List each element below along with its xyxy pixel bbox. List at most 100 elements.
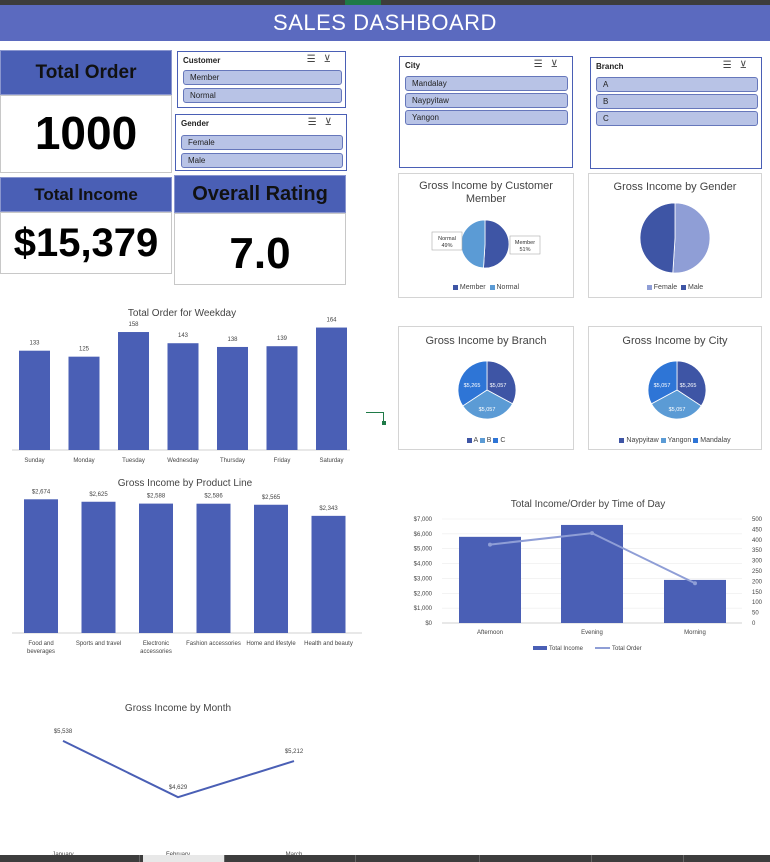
data-label: 158 [128, 322, 139, 328]
bar [459, 536, 521, 623]
fill-handle[interactable] [382, 421, 386, 425]
y-tick-label: $7,000 [414, 517, 433, 523]
y-tick-label: $5,000 [414, 547, 433, 553]
data-label: 125 [79, 347, 90, 353]
bar [266, 346, 298, 450]
legend-yangon: Yangon [667, 437, 692, 444]
slicer-item-mandalay[interactable]: Mandalay [405, 76, 568, 91]
y2-tick-label: 0 [752, 621, 756, 627]
legend-a: A [473, 437, 478, 444]
x-tick-label: Tuesday [122, 458, 145, 464]
pie-slice [483, 219, 510, 269]
chart-title: Gross Income by Product Line [118, 478, 253, 489]
multi-select-icon[interactable]: ☰ [308, 117, 325, 128]
bar [316, 327, 347, 450]
total-order-value: 1000 [0, 95, 172, 173]
customer-slicer: Customer ☰⊻ Member Normal [177, 51, 346, 108]
data-label: $5,538 [54, 729, 73, 735]
sheet-tab-active[interactable] [143, 855, 225, 862]
data-label: 49% [441, 243, 452, 249]
pie-slice [639, 202, 676, 274]
y2-tick-label: 200 [752, 579, 763, 585]
legend-normal: Normal [496, 284, 520, 291]
multi-select-icon[interactable]: ☰ [307, 54, 324, 65]
chart-title: Total Order for Weekday [128, 308, 236, 319]
bar [311, 515, 346, 633]
slicer-item-normal[interactable]: Normal [183, 88, 342, 103]
legend-member: Member [459, 284, 486, 291]
chart-legend: Member Normal [399, 284, 573, 291]
clear-filter-icon[interactable]: ⊻ [740, 60, 755, 71]
data-label: $5,212 [285, 749, 304, 755]
clear-filter-icon[interactable]: ⊻ [551, 59, 566, 70]
total-order-label: Total Order [0, 50, 172, 95]
bar [24, 499, 58, 633]
cell-selection-marker [366, 412, 386, 425]
x-tick-label: Evening [581, 630, 603, 636]
customer-pie-chart[interactable]: Gross Income by Customer Member Member 51… [398, 173, 574, 298]
chart-title: Total Income/Order by Time of Day [511, 499, 666, 510]
slicer-item-female[interactable]: Female [181, 135, 343, 150]
slicer-item-b[interactable]: B [596, 94, 758, 109]
chart-legend: Naypyitaw Yangon Mandalay [589, 437, 761, 444]
slicer-item-c[interactable]: C [596, 111, 758, 126]
month-line-chart[interactable]: Gross Income by Month$5,538January$4,629… [0, 695, 360, 855]
data-label: $5,265 [464, 383, 481, 389]
x-tick-label: Wednesday [167, 458, 199, 464]
bar [217, 346, 248, 450]
bar [664, 579, 726, 623]
gender-pie-chart[interactable]: Gross Income by Gender Female Male [588, 173, 762, 298]
x-tick-label: Afternoon [477, 630, 503, 636]
multi-select-icon[interactable]: ☰ [534, 59, 551, 70]
sheet-tab[interactable] [482, 855, 592, 862]
sheet-tab[interactable] [594, 855, 684, 862]
y2-tick-label: 350 [752, 548, 763, 554]
data-label: $2,586 [204, 494, 223, 500]
bar [167, 343, 199, 450]
legend-c: C [500, 437, 506, 444]
gender-slicer: Gender ☰⊻ Female Male [175, 114, 347, 171]
legend-male: Male [688, 284, 704, 291]
slicer-item-male[interactable]: Male [181, 153, 343, 168]
city-slicer-title: City [405, 61, 421, 70]
city-pie-chart[interactable]: Gross Income by City $5,265 $5,057 $5,057 … [588, 326, 762, 450]
data-label: $2,343 [319, 506, 338, 512]
legend-swatch [533, 646, 547, 650]
data-label: Normal [438, 236, 456, 242]
weekday-bar-chart[interactable]: Total Order for Weekday 133 Sunday 125 Monda… [0, 300, 350, 470]
data-label: $2,674 [32, 489, 51, 495]
sheet-tab[interactable] [358, 855, 480, 862]
sheet-tab[interactable] [60, 855, 140, 862]
slicer-item-naypyitaw[interactable]: Naypyitaw [405, 93, 568, 108]
clear-filter-icon[interactable]: ⊻ [324, 54, 339, 65]
x-tick-label: Saturday [319, 458, 343, 464]
slicer-item-yangon[interactable]: Yangon [405, 110, 568, 125]
slicer-item-a[interactable]: A [596, 77, 758, 92]
y-tick-label: $4,000 [414, 562, 433, 568]
y2-tick-label: 50 [752, 611, 759, 617]
time-of-day-combo-chart[interactable]: Total Income/Order by Time of Day $7,000 $… [390, 492, 770, 662]
branch-slicer-title: Branch [596, 62, 624, 71]
data-label: $2,625 [89, 492, 108, 498]
pie-svg: $5,265 $5,057 $5,057 [647, 360, 707, 420]
y-tick-label: $2,000 [414, 591, 433, 597]
clear-filter-icon[interactable]: ⊻ [325, 117, 340, 128]
customer-slicer-title: Customer [183, 56, 221, 65]
overall-rating-value: 7.0 [174, 213, 346, 285]
sheet-tab[interactable] [226, 855, 356, 862]
slicer-controls: ☰⊻ [534, 59, 566, 70]
slicer-item-member[interactable]: Member [183, 70, 342, 85]
pie-slice [460, 219, 486, 269]
branch-pie-chart[interactable]: Gross Income by Branch $5,057 $5,057 $5,26… [398, 326, 574, 450]
multi-select-icon[interactable]: ☰ [723, 60, 740, 71]
data-label: Member [515, 240, 535, 246]
x-tick-label: Fashion accessories [186, 641, 241, 647]
legend-female: Female [653, 284, 678, 291]
slicer-controls: ☰⊻ [308, 117, 340, 128]
y2-tick-label: 300 [752, 559, 763, 565]
y2-tick-label: 100 [752, 600, 763, 606]
bar [139, 503, 173, 633]
product-line-bar-chart[interactable]: Gross Income by Product Line $2,674 Food a… [0, 472, 365, 657]
sheet-tab-bar [0, 855, 770, 862]
slicer-controls: ☰⊻ [723, 60, 755, 71]
